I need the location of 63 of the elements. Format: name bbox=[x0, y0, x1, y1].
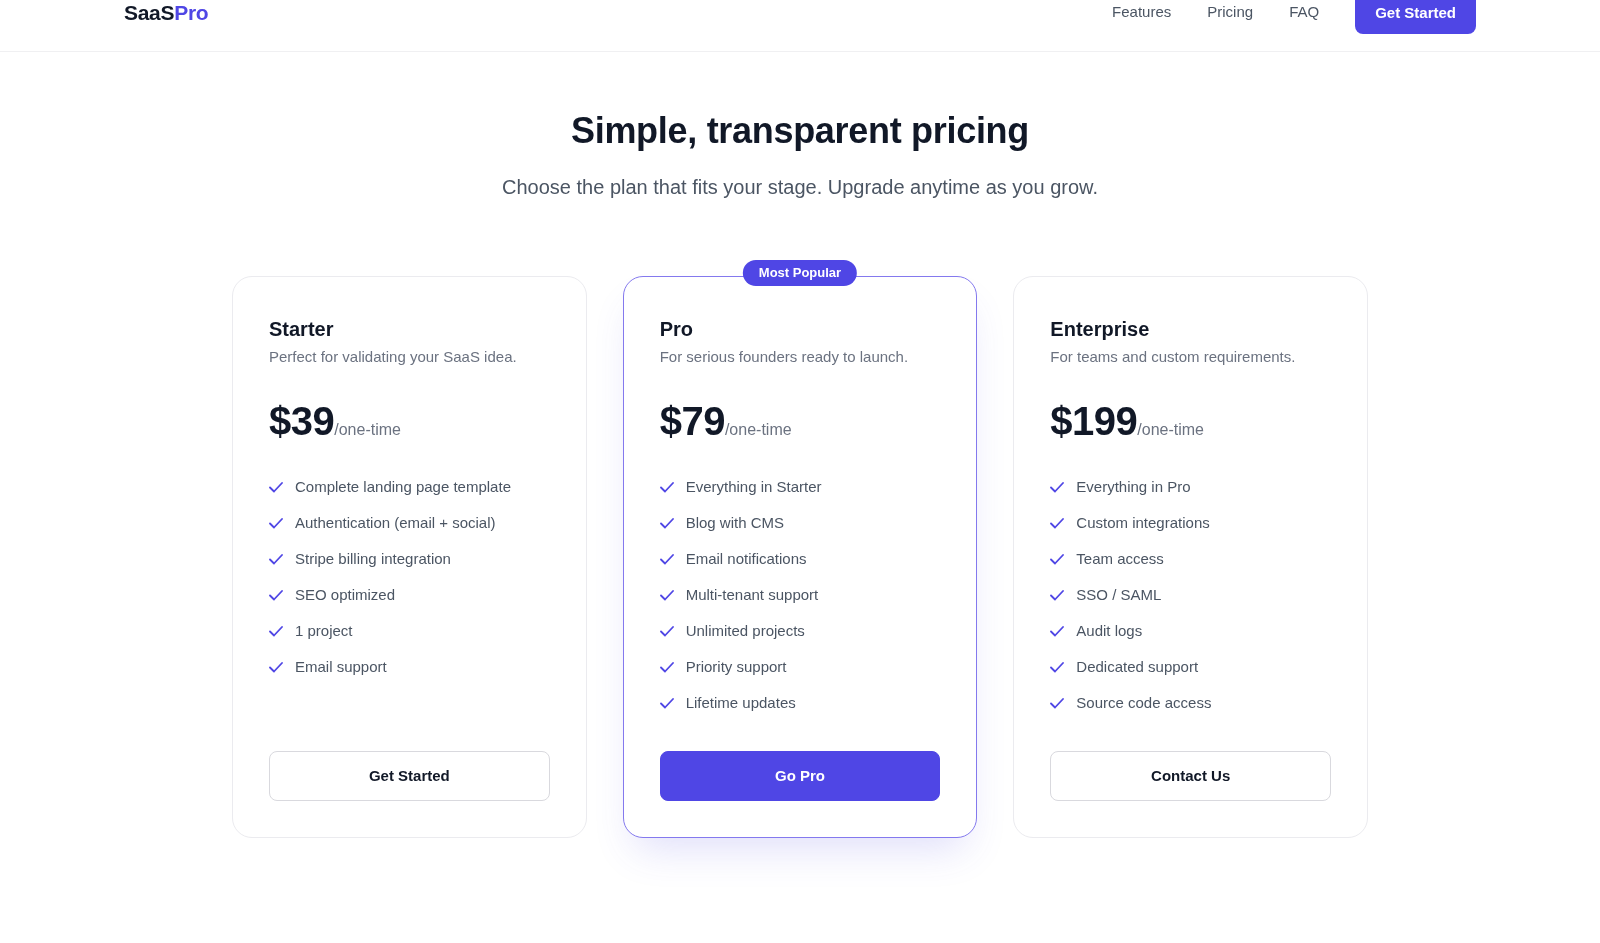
nav-link[interactable]: Pricing bbox=[1207, 0, 1254, 24]
check-icon bbox=[659, 553, 674, 565]
plan-name: Pro bbox=[659, 317, 694, 342]
feature-text: Custom integrations bbox=[1076, 513, 1210, 533]
plan-button[interactable]: Get Started bbox=[269, 751, 550, 801]
check-icon bbox=[269, 481, 283, 493]
check-icon bbox=[269, 589, 283, 601]
check-icon bbox=[659, 697, 674, 709]
feature-text: Everything in Starter bbox=[685, 477, 822, 497]
check-icon bbox=[659, 589, 674, 601]
feature-text: Complete landing page template bbox=[295, 477, 511, 497]
plan-name: Enterprise bbox=[1050, 317, 1151, 342]
feature-text: Everything in Pro bbox=[1076, 477, 1191, 497]
feature-text: Dedicated support bbox=[1076, 657, 1199, 677]
feature-text: Multi-tenant support bbox=[685, 585, 819, 605]
check-icon bbox=[1050, 481, 1065, 493]
check-icon bbox=[659, 661, 674, 673]
check-icon bbox=[1050, 589, 1065, 601]
get-started-button[interactable]: Get Started bbox=[1355, 0, 1476, 34]
feature-text: Priority support bbox=[685, 657, 787, 677]
check-icon bbox=[659, 625, 674, 637]
plan-name: Starter bbox=[269, 317, 335, 342]
nav-link[interactable]: Features bbox=[1112, 0, 1172, 24]
check-icon bbox=[269, 625, 283, 637]
check-icon bbox=[1050, 697, 1065, 709]
page-title: Simple, transparent pricing bbox=[571, 111, 1029, 151]
feature-text: Blog with CMS bbox=[685, 513, 785, 533]
check-icon bbox=[1050, 517, 1065, 529]
price-period: /one-time bbox=[724, 421, 792, 440]
page-subtitle: Choose the plan that fits your stage. Upgrade anytime as you grow. bbox=[502, 175, 1098, 200]
plan-description: Perfect for validating your SaaS idea. bbox=[269, 347, 518, 367]
check-icon bbox=[659, 517, 674, 529]
feature-text: Source code access bbox=[1076, 693, 1212, 713]
feature-text: Unlimited projects bbox=[685, 621, 805, 641]
price-period: /one-time bbox=[334, 421, 401, 440]
feature-text: Stripe billing integration bbox=[295, 549, 451, 569]
feature-text: SSO / SAML bbox=[1076, 585, 1162, 605]
plan-price: $199 bbox=[1050, 398, 1138, 445]
feature-text: 1 project bbox=[295, 621, 353, 641]
check-icon bbox=[1050, 661, 1065, 673]
check-icon bbox=[1050, 625, 1065, 637]
feature-text: Email notifications bbox=[685, 549, 807, 569]
plan-price: $39 bbox=[269, 398, 335, 445]
plan-button[interactable]: Contact Us bbox=[1050, 751, 1331, 801]
logo[interactable]: SaaSPro bbox=[124, 0, 209, 26]
most-popular-badge: Most Popular bbox=[742, 260, 858, 286]
plan-price: $79 bbox=[659, 398, 725, 445]
check-icon bbox=[269, 553, 283, 565]
feature-text: Authentication (email + social) bbox=[295, 513, 496, 533]
feature-text: SEO optimized bbox=[295, 585, 396, 605]
check-icon bbox=[659, 481, 674, 493]
plan-description: For teams and custom requirements. bbox=[1050, 347, 1297, 367]
feature-text: Audit logs bbox=[1076, 621, 1143, 641]
nav-link[interactable]: FAQ bbox=[1289, 0, 1320, 24]
price-period: /one-time bbox=[1137, 421, 1204, 440]
feature-text: Team access bbox=[1076, 549, 1164, 569]
check-icon bbox=[1050, 553, 1065, 565]
check-icon bbox=[269, 517, 283, 529]
feature-text: Email support bbox=[295, 657, 387, 677]
plan-button[interactable]: Go Pro bbox=[659, 751, 941, 801]
check-icon bbox=[269, 661, 283, 673]
feature-text: Lifetime updates bbox=[685, 693, 796, 713]
plan-description: For serious founders ready to launch. bbox=[659, 347, 910, 367]
